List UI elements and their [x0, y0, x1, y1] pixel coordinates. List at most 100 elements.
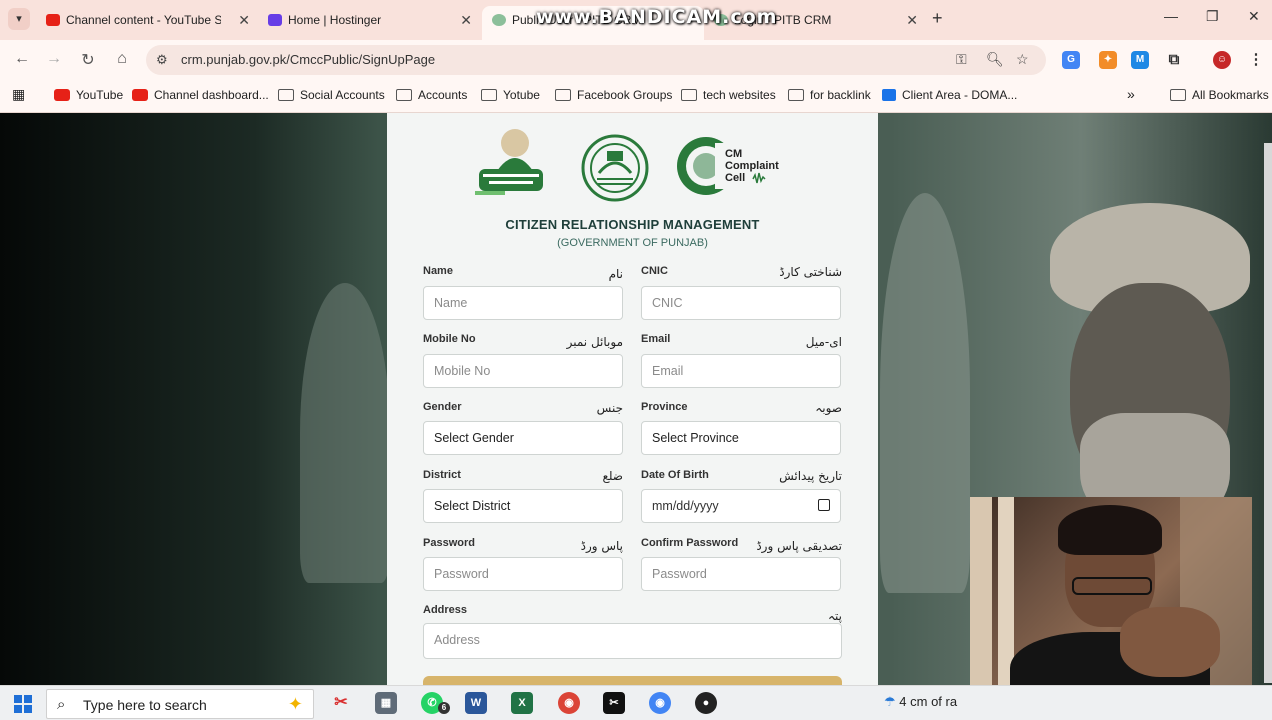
dob-input[interactable]: mm/dd/yyyy: [641, 489, 841, 523]
cnic-input[interactable]: CNIC: [641, 286, 841, 320]
extension-puzzle-color-icon[interactable]: ✦: [1099, 51, 1117, 69]
logos-row: CM Complaint Cell: [387, 121, 878, 203]
taskbar-search[interactable]: ⌕ Type here to search ✦: [46, 689, 314, 719]
bookmark-label: YouTube: [76, 88, 124, 102]
password-key-icon[interactable]: ⚿: [956, 51, 967, 68]
close-window-icon[interactable]: ✕: [1248, 8, 1260, 25]
home-icon[interactable]: ⌂: [112, 50, 132, 68]
bookmark-label: All Bookmarks: [1192, 88, 1269, 102]
close-tab-icon[interactable]: ✕: [906, 6, 918, 34]
restore-icon[interactable]: ❐: [1206, 8, 1219, 25]
address-bar[interactable]: ⚙ crm.punjab.gov.pk/CmccPublic/SignUpPag…: [146, 45, 1046, 75]
name-input[interactable]: Name: [423, 286, 623, 320]
confirm-password-label: Confirm Password: [641, 537, 739, 549]
tab-hostinger[interactable]: Home | Hostinger ✕: [258, 6, 480, 34]
word-icon[interactable]: W: [465, 692, 487, 714]
folder-icon: [481, 89, 497, 101]
maryam-nawaz-logo: [475, 129, 543, 195]
reload-icon[interactable]: ↻: [78, 50, 98, 70]
cm-logo-text: CM: [725, 148, 742, 160]
bookmark-channel-dashboard[interactable]: Channel dashboard...: [132, 88, 269, 102]
mobile-input[interactable]: Mobile No: [423, 354, 623, 388]
person-hand: [1120, 607, 1220, 677]
extension-m-icon[interactable]: M: [1131, 51, 1149, 69]
mobile-urdu-label: موبائل نمبر: [566, 335, 623, 349]
bookmark-social-accounts[interactable]: Social Accounts: [278, 88, 385, 102]
background-figure: [300, 283, 390, 583]
whatsapp-badge: 6: [438, 702, 450, 714]
bookmarks-bar: ▦ YouTube Channel dashboard... Social Ac…: [0, 80, 1272, 113]
close-tab-icon[interactable]: ✕: [238, 6, 250, 34]
confirm-password-input[interactable]: Password: [641, 557, 841, 591]
more-bookmarks-icon[interactable]: »: [1127, 86, 1135, 102]
signup-form-card: CM Complaint Cell CITIZEN RELATIONSHIP M…: [387, 113, 878, 685]
punjab-government-seal: [581, 134, 649, 202]
excel-icon[interactable]: X: [511, 692, 533, 714]
capcut-icon[interactable]: ✂: [603, 692, 625, 714]
scrollbar[interactable]: [1264, 143, 1272, 683]
tab-youtube-studio[interactable]: Channel content - YouTube Studio ✕: [36, 6, 258, 34]
bookmark-accounts[interactable]: Accounts: [396, 88, 467, 102]
search-icon: ⌕: [57, 696, 66, 713]
bookmark-for-backlink[interactable]: for backlink: [788, 88, 871, 102]
all-bookmarks[interactable]: All Bookmarks: [1170, 88, 1269, 102]
profile-avatar[interactable]: ☺: [1213, 51, 1231, 69]
google-translate-icon[interactable]: G: [1062, 51, 1080, 69]
bookmark-label: Social Accounts: [300, 88, 385, 102]
cm-logo-text: Complaint: [725, 160, 779, 172]
tab-search-button[interactable]: ▾: [8, 8, 30, 30]
weather-widget[interactable]: ☂ 4 cm of ra: [884, 694, 957, 710]
copilot-sparkle-icon: ✦: [287, 694, 303, 714]
name-label: Name: [423, 265, 453, 277]
zoom-icon[interactable]: 🔍︎: [986, 51, 1004, 68]
address-textarea[interactable]: Address: [423, 623, 842, 659]
chrome-icon[interactable]: ◉: [558, 692, 580, 714]
youtube-icon: [132, 89, 148, 101]
calculator-icon[interactable]: ▦: [375, 692, 397, 714]
bookmark-label: for backlink: [810, 88, 871, 102]
province-select[interactable]: Select Province: [641, 421, 841, 455]
minimize-icon[interactable]: —: [1164, 8, 1178, 24]
bandicam-record-icon[interactable]: ●: [695, 692, 717, 714]
password-urdu-label: پاس ورڈ: [580, 539, 623, 553]
cm-logo-text: Cell: [725, 172, 745, 184]
bookmark-yotube[interactable]: Yotube: [481, 88, 540, 102]
browser-menu-icon[interactable]: ⋮: [1247, 51, 1265, 69]
bandicam-watermark: www.BANDICAM.com: [536, 6, 778, 28]
extensions-icon[interactable]: ⧉: [1165, 51, 1183, 69]
tab-title: Home | Hostinger: [288, 13, 382, 27]
chrome-active-icon[interactable]: ◉: [649, 692, 671, 714]
url-text[interactable]: crm.punjab.gov.pk/CmccPublic/SignUpPage: [181, 52, 435, 67]
back-arrow-icon[interactable]: ←: [12, 50, 32, 68]
page-title: CITIZEN RELATIONSHIP MANAGEMENT: [505, 217, 760, 232]
bookmark-facebook-groups[interactable]: Facebook Groups: [555, 88, 672, 102]
windows-start-icon[interactable]: [14, 695, 32, 713]
rain-icon: ☂: [884, 694, 896, 709]
bookmark-tech-websites[interactable]: tech websites: [681, 88, 776, 102]
bookmark-star-icon[interactable]: ☆: [1016, 51, 1029, 68]
cm-complaint-cell-logo: CM Complaint Cell: [677, 137, 779, 195]
district-select[interactable]: Select District: [423, 489, 623, 523]
calendar-icon[interactable]: [818, 499, 830, 511]
forward-arrow-icon[interactable]: →: [44, 50, 64, 68]
gender-label: Gender: [423, 401, 462, 413]
password-input[interactable]: Password: [423, 557, 623, 591]
snipping-tool-icon[interactable]: ✂: [330, 692, 352, 714]
youtube-icon: [46, 14, 60, 26]
folder-icon: [555, 89, 571, 101]
email-label: Email: [641, 333, 671, 345]
youtube-icon: [54, 89, 70, 101]
address-urdu-label: پتہ: [828, 609, 842, 623]
bookmark-client-area[interactable]: Client Area - DOMA...: [882, 88, 1017, 102]
bookmark-youtube[interactable]: YouTube: [54, 88, 123, 102]
apps-grid-icon[interactable]: ▦: [12, 86, 25, 103]
gender-select[interactable]: Select Gender: [423, 421, 623, 455]
browser-toolbar: ← → ↻ ⌂ ⚙ crm.punjab.gov.pk/CmccPublic/S…: [0, 40, 1272, 80]
site-info-icon[interactable]: ⚙: [156, 52, 168, 68]
windows-taskbar: ⌕ Type here to search ✦ ✂ ▦ ✆ 6 W X ◉ ✂ …: [0, 685, 1272, 720]
email-input[interactable]: Email: [641, 354, 841, 388]
submit-button[interactable]: [423, 676, 842, 685]
new-tab-button[interactable]: +: [932, 8, 943, 29]
close-tab-icon[interactable]: ✕: [460, 6, 472, 34]
confirm-password-urdu-label: تصدیقی پاس ورڈ: [756, 539, 842, 553]
